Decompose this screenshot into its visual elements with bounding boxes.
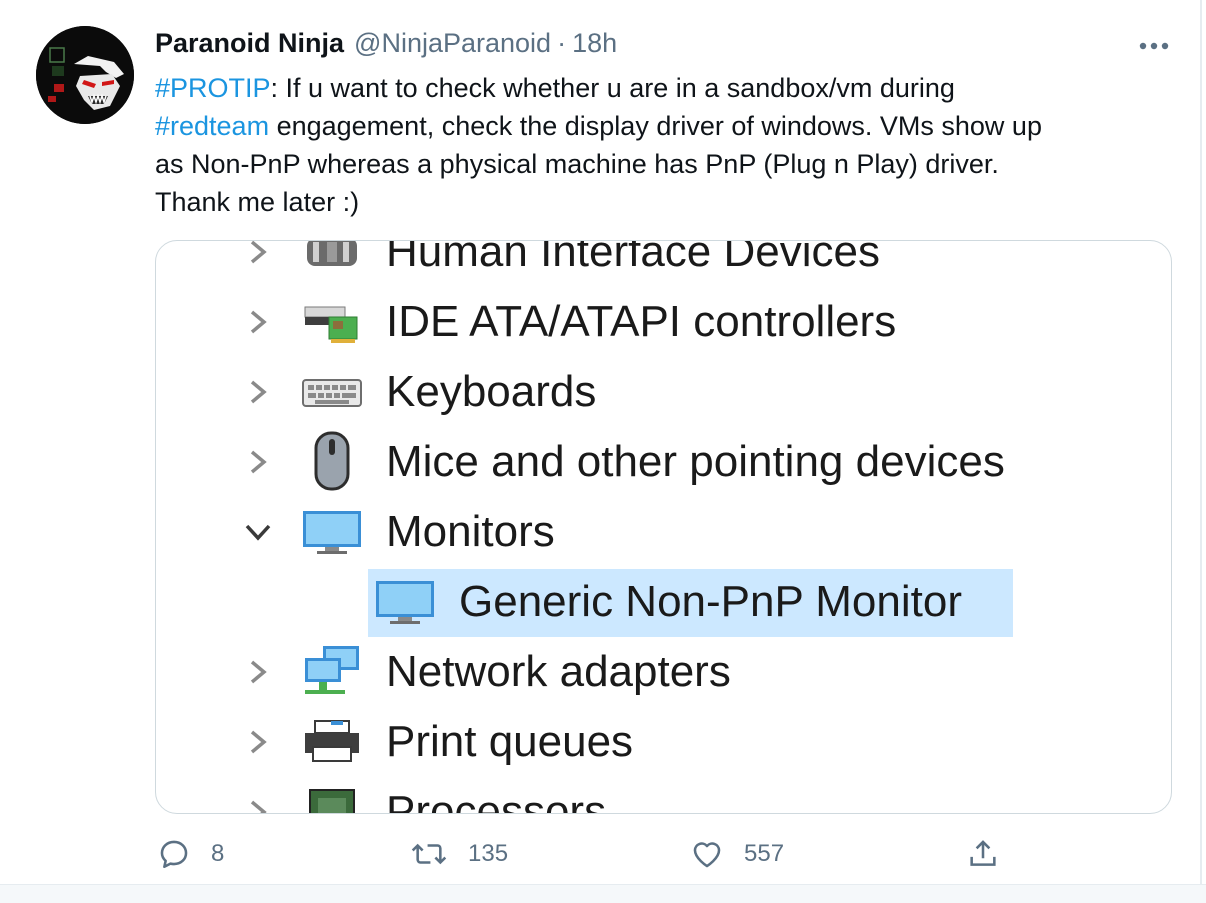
device-tree-label: Human Interface Devices [386, 240, 880, 276]
timeline-border [1200, 0, 1202, 902]
network-adapter-icon [301, 637, 363, 707]
processor-icon [301, 777, 363, 813]
heart-icon [693, 842, 721, 868]
tree-chevron [241, 287, 275, 357]
share-icon [970, 840, 996, 866]
device-tree-label: IDE ATA/ATAPI controllers [386, 297, 897, 346]
device-tree-label: Generic Non-PnP Monitor [459, 577, 962, 626]
device-tree-label: Network adapters [386, 647, 731, 696]
device-tree-label: Processors [386, 787, 607, 814]
tree-chevron [241, 241, 275, 287]
tweet-text-line: #PROTIP: If u want to check whether u ar… [155, 69, 1185, 107]
expand-chevron-icon [250, 450, 267, 474]
like-button[interactable]: 557 [690, 830, 784, 878]
device-tree-label: Monitors [386, 507, 555, 556]
author-name[interactable]: Paranoid Ninja [155, 28, 344, 59]
keyboard-icon [301, 357, 363, 427]
tweet-text-line: #redteam engagement, check the display d… [155, 107, 1185, 145]
device-tree-label: Keyboards [386, 367, 597, 416]
tree-chevron [241, 357, 275, 427]
tweet-text-line: Thank me later :) [155, 183, 1185, 221]
device-tree-label: Mice and other pointing devices [386, 437, 1005, 486]
monitor-icon [301, 497, 363, 567]
tweet-text-segment: engagement, check the display driver of … [269, 111, 1042, 141]
device-tree-category: Network adapters [156, 637, 1171, 707]
printer-icon [301, 707, 363, 777]
tweet-actions: 8 135 557 [0, 830, 1206, 878]
avatar[interactable] [36, 26, 134, 124]
tree-chevron [241, 427, 275, 497]
device-tree-category: Print queues [156, 707, 1171, 777]
tree-chevron [241, 707, 275, 777]
expand-chevron-icon [250, 660, 267, 684]
hashtag-link[interactable]: #PROTIP [155, 73, 271, 103]
ide-controller-icon [301, 287, 363, 357]
device-tree-category: Human Interface Devices [156, 240, 1171, 287]
tweet-image-device-manager[interactable]: Human Interface Devices IDE ATA/ATAPI con… [155, 240, 1172, 814]
next-tweet-edge [0, 884, 1206, 903]
expand-chevron-icon [250, 730, 267, 754]
expand-chevron-icon [250, 380, 267, 404]
reply-icon [160, 840, 188, 869]
monitor-icon [374, 567, 436, 637]
retweet-button[interactable]: 135 [410, 830, 508, 878]
more-icon [1139, 42, 1169, 50]
retweet-count: 135 [468, 840, 509, 867]
hid-icon [301, 241, 363, 287]
tree-chevron [241, 497, 275, 567]
share-button[interactable] [966, 830, 1000, 878]
reply-button[interactable]: 8 [157, 830, 224, 878]
device-tree-category: Keyboards [156, 357, 1171, 427]
device-tree-child-item: Generic Non-PnP Monitor [156, 567, 1171, 637]
tweet-timestamp[interactable]: 18h [572, 28, 617, 59]
like-count: 557 [744, 840, 785, 867]
tweet-text-segment: : If u want to check whether u are in a … [270, 73, 955, 103]
expand-chevron-icon [250, 800, 267, 813]
tweet-text-segment: Thank me later :) [155, 187, 360, 217]
hashtag-link[interactable]: #redteam [155, 111, 269, 141]
mouse-icon [301, 427, 363, 497]
reply-count: 8 [211, 840, 225, 867]
expand-chevron-icon [250, 241, 267, 264]
retweet-icon [411, 843, 447, 865]
device-tree-category: Mice and other pointing devices [156, 427, 1171, 497]
device-tree-label: Print queues [386, 717, 634, 766]
more-options-button[interactable] [1132, 28, 1176, 64]
device-tree-category: Processors [156, 777, 1171, 814]
tree-chevron [241, 777, 275, 813]
collapse-chevron-icon [245, 524, 271, 541]
tweet-header: Paranoid Ninja @NinjaParanoid · 18h [155, 28, 617, 64]
author-handle[interactable]: @NinjaParanoid [354, 28, 551, 59]
tweet-text-segment: as Non-PnP whereas a physical machine ha… [155, 149, 999, 179]
tree-chevron [241, 637, 275, 707]
device-tree-category: IDE ATA/ATAPI controllers [156, 287, 1171, 357]
device-tree-category: Monitors [156, 497, 1171, 567]
tweet-text-line: as Non-PnP whereas a physical machine ha… [155, 145, 1185, 183]
expand-chevron-icon [250, 310, 267, 334]
separator-dot: · [557, 28, 567, 58]
tweet-text: #PROTIP: If u want to check whether u ar… [155, 69, 1185, 221]
